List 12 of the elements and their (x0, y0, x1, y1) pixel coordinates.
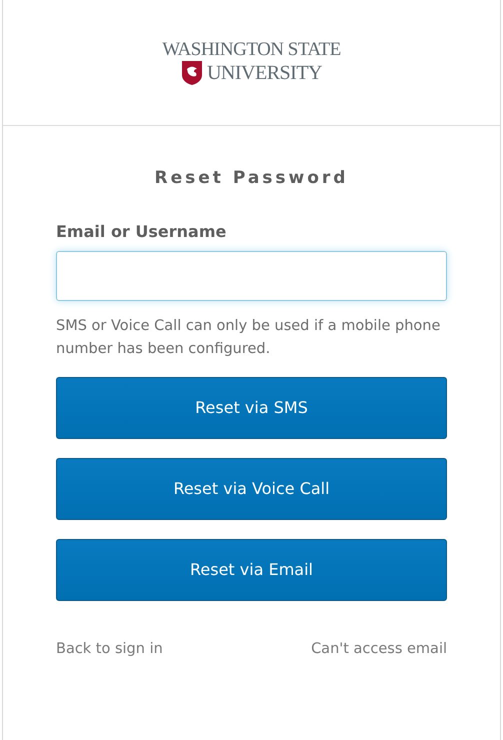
field-label: Email or Username (56, 220, 228, 242)
page-title: Reset Password (154, 167, 350, 190)
email-field[interactable] (56, 250, 447, 300)
shield-logo-icon (180, 60, 203, 86)
logo-wordmark: WASHINGTON STATE (162, 40, 341, 60)
hint-text: SMS or Voice Call can only be used if a mobile phone number has been configured. (56, 316, 442, 358)
reset-button[interactable]: Reset via SMS (56, 376, 447, 438)
logo-wordmark: UNIVERSITY (206, 62, 322, 84)
footer-link[interactable]: Back to sign in (56, 638, 163, 660)
footer-link[interactable]: Can't access email (311, 638, 447, 660)
reset-button[interactable]: Reset via Email (56, 538, 447, 600)
reset-button[interactable]: Reset via Voice Call (56, 458, 447, 520)
